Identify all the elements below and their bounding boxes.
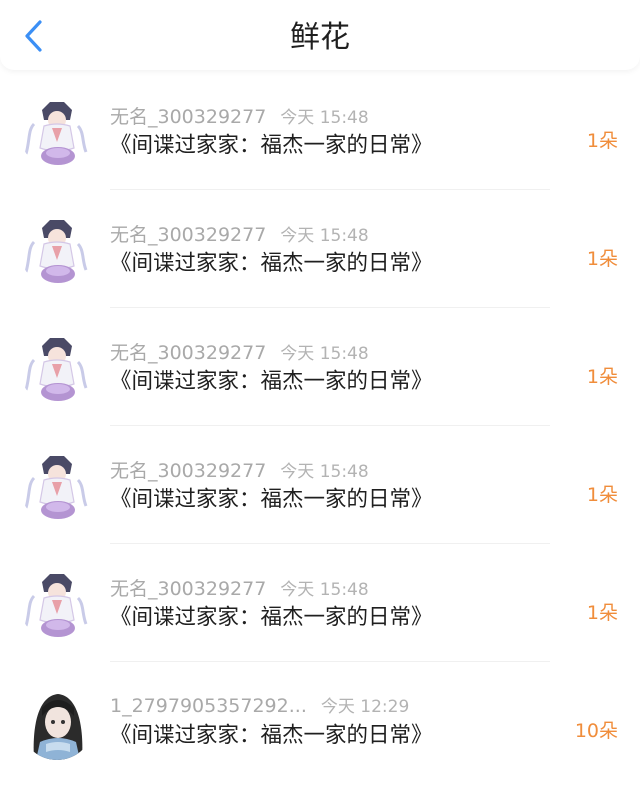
flower-count: 1朵 (586, 602, 618, 624)
flower-count: 10朵 (574, 720, 618, 742)
flower-record-list: 无名_300329277 今天 15:48 《间谍过家家：福杰一家的日常》 1朵 … (0, 72, 640, 786)
dark-hair-girl-avatar-icon (20, 686, 94, 760)
anime-character-avatar-icon (20, 332, 94, 406)
page-title: 鲜花 (290, 20, 350, 55)
username: 1_2797905357292... (110, 695, 307, 717)
avatar[interactable] (20, 214, 94, 288)
book-title: 《间谍过家家：福杰一家的日常》 (110, 605, 433, 630)
avatar[interactable] (20, 686, 94, 760)
top-bar: 鲜花 (0, 0, 640, 70)
row-meta: 无名_300329277 今天 15:48 (110, 338, 369, 366)
username: 无名_300329277 (110, 224, 267, 246)
timestamp: 今天 15:48 (280, 580, 369, 600)
list-item[interactable]: 无名_300329277 今天 15:48 《间谍过家家：福杰一家的日常》 1朵 (0, 72, 640, 190)
anime-character-avatar-icon (20, 214, 94, 288)
username: 无名_300329277 (110, 106, 267, 128)
flower-count: 1朵 (586, 366, 618, 388)
row-meta: 无名_300329277 今天 15:48 (110, 574, 369, 602)
list-item[interactable]: 1_2797905357292... 今天 12:29 《间谍过家家：福杰一家的日… (0, 662, 640, 780)
avatar[interactable] (20, 450, 94, 524)
row-meta: 无名_300329277 今天 15:48 (110, 102, 369, 130)
flower-count: 1朵 (586, 130, 618, 152)
avatar[interactable] (20, 332, 94, 406)
timestamp: 今天 15:48 (280, 226, 369, 246)
book-title: 《间谍过家家：福杰一家的日常》 (110, 723, 433, 748)
avatar[interactable] (20, 96, 94, 170)
book-title: 《间谍过家家：福杰一家的日常》 (110, 133, 433, 158)
flower-count: 1朵 (586, 248, 618, 270)
flower-count: 1朵 (586, 484, 618, 506)
username: 无名_300329277 (110, 460, 267, 482)
row-meta: 无名_300329277 今天 15:48 (110, 456, 369, 484)
timestamp: 今天 15:48 (280, 108, 369, 128)
username: 无名_300329277 (110, 342, 267, 364)
book-title: 《间谍过家家：福杰一家的日常》 (110, 487, 433, 512)
book-title: 《间谍过家家：福杰一家的日常》 (110, 369, 433, 394)
book-title: 《间谍过家家：福杰一家的日常》 (110, 251, 433, 276)
anime-character-avatar-icon (20, 568, 94, 642)
row-meta: 无名_300329277 今天 15:48 (110, 220, 369, 248)
anime-character-avatar-icon (20, 96, 94, 170)
list-item[interactable]: 无名_300329277 今天 15:48 《间谍过家家：福杰一家的日常》 1朵 (0, 190, 640, 308)
username: 无名_300329277 (110, 578, 267, 600)
anime-character-avatar-icon (20, 450, 94, 524)
avatar[interactable] (20, 568, 94, 642)
list-item[interactable]: 无名_300329277 今天 15:48 《间谍过家家：福杰一家的日常》 1朵 (0, 426, 640, 544)
timestamp: 今天 12:29 (320, 697, 410, 717)
row-meta: 1_2797905357292... 今天 12:29 (110, 692, 409, 720)
list-item[interactable]: 无名_300329277 今天 15:48 《间谍过家家：福杰一家的日常》 1朵 (0, 544, 640, 662)
list-item[interactable]: 无名_300329277 今天 15:48 《间谍过家家：福杰一家的日常》 1朵 (0, 308, 640, 426)
timestamp: 今天 15:48 (280, 344, 369, 364)
timestamp: 今天 15:48 (280, 462, 369, 482)
